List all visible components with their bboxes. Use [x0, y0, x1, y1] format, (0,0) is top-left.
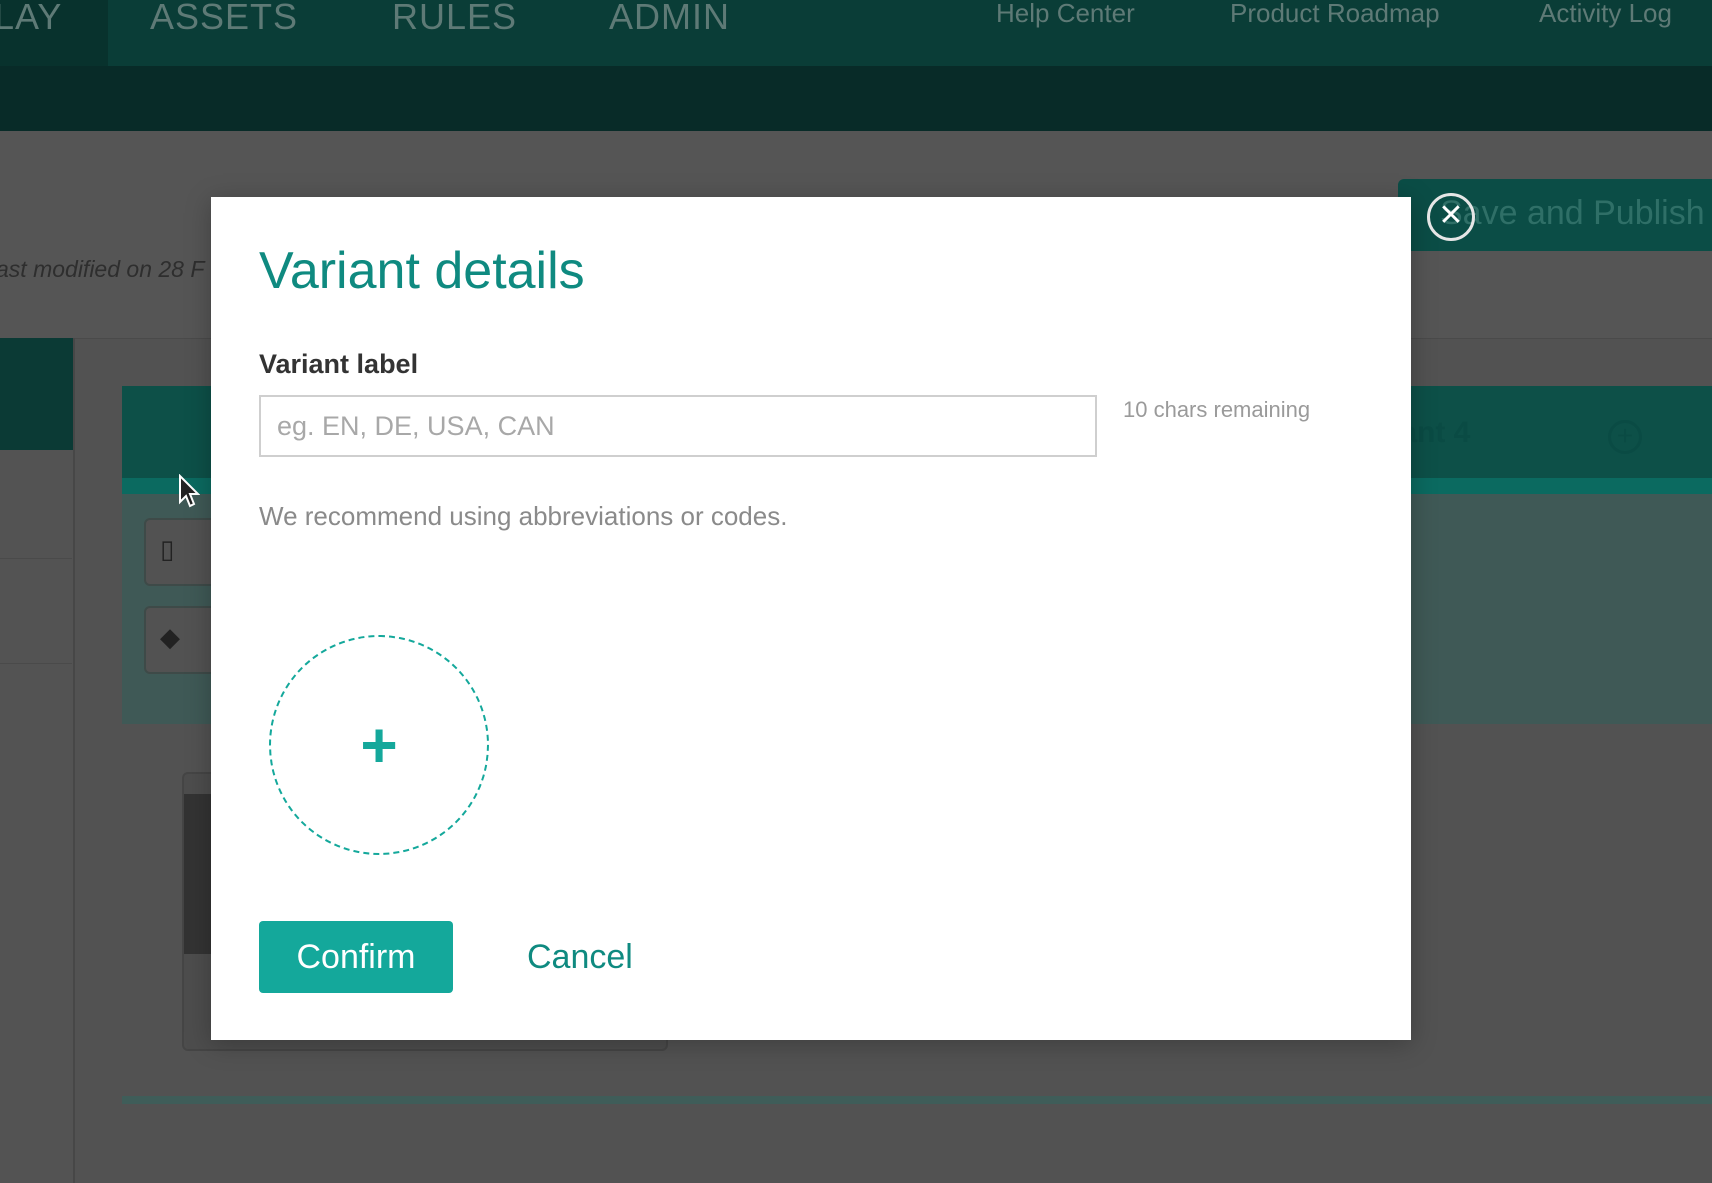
variant-details-modal: Variant details Variant label 10 chars r… [211, 197, 1411, 1040]
sub-navigation [0, 66, 1712, 131]
last-modified-text: ast modified on 28 F [0, 256, 205, 282]
cursor-icon [179, 474, 200, 508]
save-and-publish-label: Save and Publish [1440, 194, 1705, 232]
sidebar [0, 338, 75, 1183]
nav-link-product-roadmap[interactable]: Product Roadmap [1230, 0, 1440, 29]
tablet-icon: ▯ [160, 534, 175, 564]
variant-label-hint: We recommend using abbreviations or code… [259, 501, 788, 531]
preview-thumbnail [184, 794, 214, 954]
nav-item-rules[interactable]: RULES [392, 0, 517, 38]
sidebar-divider [0, 558, 72, 559]
nav-item-admin[interactable]: ADMIN [609, 0, 730, 38]
close-icon[interactable]: ✕ [1427, 193, 1475, 241]
cancel-button[interactable]: Cancel [507, 921, 653, 993]
top-navigation: LAY ASSETS RULES ADMIN Help Center Produ… [0, 0, 1712, 66]
tag-icon: ◆ [160, 622, 180, 652]
panel-bottom-border [122, 1096, 1712, 1104]
plus-icon: + [360, 709, 398, 781]
nav-item-assets[interactable]: ASSETS [150, 0, 298, 38]
sidebar-active-item[interactable] [0, 338, 73, 450]
confirm-button[interactable]: Confirm [259, 921, 453, 993]
modal-title: Variant details [259, 242, 585, 300]
nav-link-help-center[interactable]: Help Center [996, 0, 1135, 29]
nav-item-display[interactable]: LAY [0, 0, 62, 38]
variant-label-label: Variant label [259, 349, 419, 379]
sidebar-divider [0, 663, 72, 664]
nav-link-activity-log[interactable]: Activity Log [1539, 0, 1672, 29]
chars-remaining-counter: 10 chars remaining [1123, 397, 1311, 422]
plus-circle-icon[interactable]: + [1608, 420, 1642, 454]
variant-label-input[interactable] [259, 395, 1097, 457]
add-image-button[interactable]: + [269, 635, 489, 855]
